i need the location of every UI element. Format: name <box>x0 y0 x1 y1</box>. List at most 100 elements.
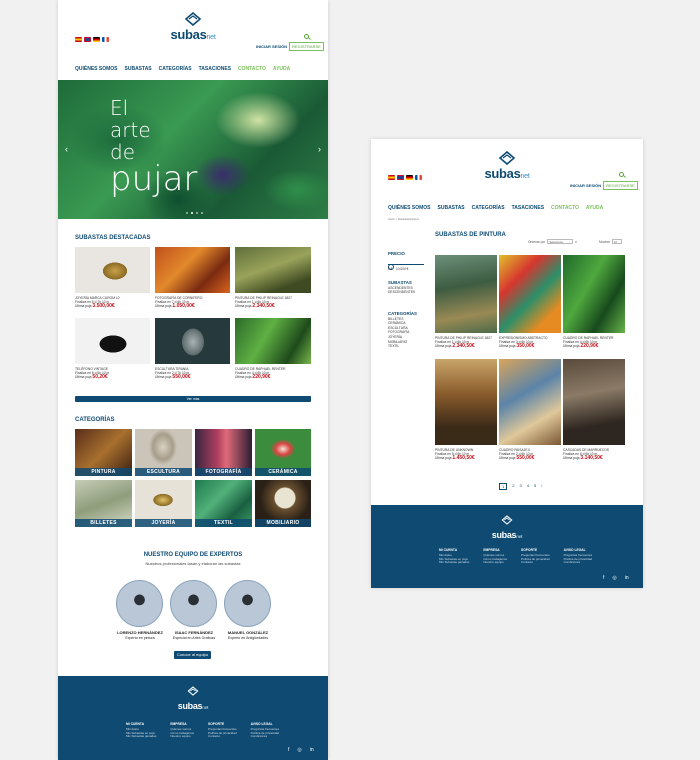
nav-quienes-somos[interactable]: QUIÉNES SOMOS <box>75 66 118 72</box>
account-links: INICIAR SESIÓN REGISTRARSE <box>256 42 324 51</box>
search-icon[interactable] <box>304 34 309 39</box>
page-4[interactable]: 4 <box>527 483 529 490</box>
nav-subastas[interactable]: SUBASTAS <box>125 66 152 72</box>
login-link[interactable]: INICIAR SESIÓN <box>570 183 601 188</box>
product-card[interactable] <box>435 359 497 445</box>
flag-de-icon[interactable] <box>93 37 100 42</box>
listing-page: subasnet INICIAR SESIÓN REGISTRARSE QUIÉN… <box>371 139 643 588</box>
nav-categorias[interactable]: CATEGORÍAS <box>472 205 505 211</box>
product-card[interactable] <box>499 255 561 333</box>
brand-logo[interactable]: subasnet <box>477 151 537 183</box>
featured-caption: JOYERÍA MARCA CUROM L0 Finaliza en 6 d 7h… <box>75 296 120 310</box>
order-select[interactable]: Ordenar por Seleccione ▾ <box>528 239 577 244</box>
facebook-icon[interactable]: f <box>288 747 289 753</box>
carousel-next-icon[interactable]: › <box>318 144 321 154</box>
expert-info: ISAAC FERNÁNDEZ Especial en Artes Gráfica… <box>172 630 216 640</box>
category-escultura[interactable]: ESCULTURA <box>135 429 192 476</box>
category-ceramica[interactable]: CERÁMICA <box>255 429 311 476</box>
footer-col: MI CUENTA Mis datos Mis Subastas en puja Mi… <box>439 548 470 565</box>
flag-uk-icon[interactable] <box>84 37 91 42</box>
login-link[interactable]: INICIAR SESIÓN <box>256 44 287 49</box>
search-icon[interactable] <box>619 172 624 177</box>
featured-card[interactable] <box>75 318 150 364</box>
register-button[interactable]: REGISTRARSE <box>603 181 638 190</box>
logo-text: subasnet <box>177 701 209 711</box>
product-card[interactable] <box>563 255 625 333</box>
register-button[interactable]: REGISTRARSE <box>289 42 324 51</box>
page-5[interactable]: 5 <box>534 483 536 490</box>
footer-logo[interactable]: subasnet <box>477 515 537 543</box>
product-caption: CUADRO PAISAJE II Finaliza en 2 d 6h 10 m… <box>499 448 535 462</box>
instagram-icon[interactable]: ◎ <box>612 575 616 581</box>
featured-card[interactable] <box>155 247 230 293</box>
linkedin-icon[interactable]: in <box>310 747 314 753</box>
listing-title: SUBASTAS DE PINTURA <box>435 232 506 238</box>
nav-quienes-somos[interactable]: QUIÉNES SOMOS <box>388 205 431 211</box>
featured-card[interactable] <box>235 318 311 364</box>
show-select[interactable]: Mostrar 12 <box>599 239 622 244</box>
nav-contacto[interactable]: CONTACTO <box>238 66 266 72</box>
carousel-prev-icon[interactable]: ‹ <box>65 144 68 154</box>
featured-card[interactable] <box>155 318 230 364</box>
featured-image <box>235 318 311 364</box>
footer: subasnet MI CUENTA Mis datos Mis Subastas … <box>58 676 328 760</box>
facebook-icon[interactable]: f <box>603 575 604 581</box>
flag-de-icon[interactable] <box>406 175 413 180</box>
carousel-dots[interactable] <box>186 212 203 214</box>
experts-subtitle: Nuestros profesionales tasan y elaboran … <box>145 561 241 566</box>
main-nav: QUIÉNES SOMOS SUBASTAS CATEGORÍAS TASACI… <box>388 205 603 211</box>
product-caption: EXPRESIONISMO ABSTRACTO Finaliza en 3 d 6… <box>499 336 548 350</box>
footer-col: SOPORTE Preguntas frecuentes Política de p… <box>208 722 237 739</box>
footer: subasnet MI CUENTA Mis datos Mis Subastas … <box>371 505 643 588</box>
breadcrumb[interactable]: Inicio > Subastas/pintura <box>388 217 419 221</box>
category-joyeria[interactable]: JOYERÍA <box>135 480 192 527</box>
nav-subastas[interactable]: SUBASTAS <box>438 205 465 211</box>
hero-line-2: arte <box>110 118 151 142</box>
footer-logo[interactable]: subasnet <box>163 686 223 714</box>
page-3[interactable]: 3 <box>519 483 521 490</box>
nav-tasaciones[interactable]: TASACIONES <box>199 66 231 72</box>
product-image <box>499 255 561 333</box>
featured-image <box>235 247 311 293</box>
flag-uk-icon[interactable] <box>397 175 404 180</box>
featured-image <box>155 247 230 293</box>
category-mobiliario[interactable]: MOBILIARIO <box>255 480 311 527</box>
nav-tasaciones[interactable]: TASACIONES <box>512 205 544 211</box>
expert-avatar <box>224 580 271 627</box>
page-2[interactable]: 2 <box>512 483 514 490</box>
category-pintura[interactable]: PINTURA <box>75 429 132 476</box>
category-fotografia[interactable]: FOTOGRAFÍA <box>195 429 252 476</box>
flag-fr-icon[interactable] <box>102 37 109 42</box>
flag-fr-icon[interactable] <box>415 175 422 180</box>
featured-card[interactable] <box>235 247 311 293</box>
instagram-icon[interactable]: ◎ <box>297 747 301 753</box>
product-card[interactable] <box>563 359 625 445</box>
next-page-icon[interactable]: › <box>541 483 542 490</box>
flag-es-icon[interactable] <box>75 37 82 42</box>
category-billetes[interactable]: BILLETES <box>75 480 132 527</box>
social-links: f ◎ in <box>603 575 629 581</box>
meet-team-button[interactable]: Conoce al equipo <box>174 651 211 659</box>
see-more-button[interactable]: Ver más <box>75 396 311 402</box>
featured-card[interactable] <box>75 247 150 293</box>
logo-text: subasnet <box>484 166 530 181</box>
nav-ayuda[interactable]: AYUDA <box>273 66 290 72</box>
nav-ayuda[interactable]: AYUDA <box>586 205 603 211</box>
product-card[interactable] <box>435 255 497 333</box>
category-textil[interactable]: TEXTIL <box>195 480 252 527</box>
product-image <box>563 255 625 333</box>
price-range-slider[interactable]: 0 € 10.000 € <box>388 263 424 271</box>
linkedin-icon[interactable]: in <box>625 575 629 581</box>
brand-logo[interactable]: subasnet <box>163 12 223 44</box>
expert-info: MANUEL GONZÁLEZ Experto en Antigüedades <box>227 630 269 640</box>
flag-es-icon[interactable] <box>388 175 395 180</box>
product-card[interactable] <box>499 359 561 445</box>
footer-col: AVISO LEGAL Preguntas frecuentes Política … <box>563 548 593 565</box>
nav-contacto[interactable]: CONTACTO <box>551 205 579 211</box>
product-caption: CASCADAS DE MARRUECOS Finaliza en 6 d 6h … <box>563 448 609 462</box>
product-caption: PINTURA DE UNKNOWN Finaliza en 5 d 6h 10 … <box>435 448 475 462</box>
page-1[interactable]: 1 <box>499 483 508 490</box>
product-caption: PINTURA DE PHILIP REINAGLE 1807 Finaliza … <box>435 336 492 350</box>
product-image <box>499 359 561 445</box>
nav-categorias[interactable]: CATEGORÍAS <box>159 66 192 72</box>
